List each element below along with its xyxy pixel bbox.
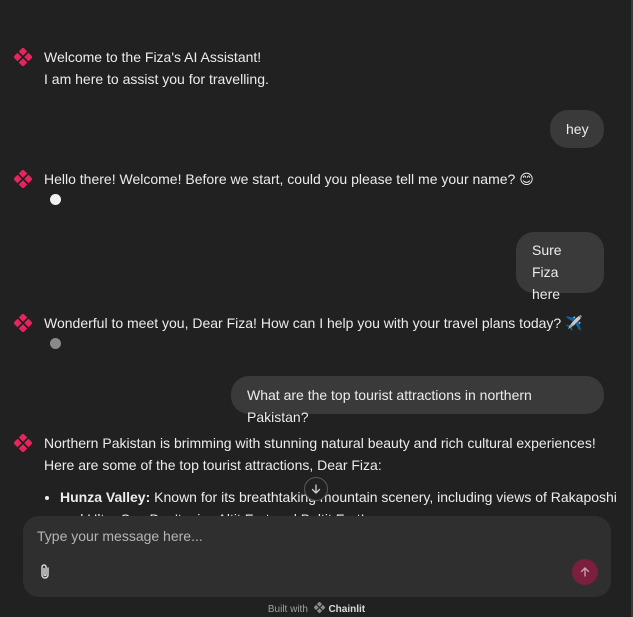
message-line: Fiza here bbox=[532, 264, 561, 302]
message-line: I am here to assist you for travelling. bbox=[44, 71, 269, 87]
send-button[interactable] bbox=[572, 559, 598, 585]
chainlit-link[interactable]: Chainlit bbox=[328, 604, 365, 615]
attraction-name: Hunza Valley: bbox=[60, 489, 151, 505]
message-composer bbox=[23, 516, 611, 597]
paperclip-icon[interactable] bbox=[37, 563, 53, 581]
message-line: Hello there! Welcome! Before we start, c… bbox=[44, 171, 534, 187]
built-with-label: Built with bbox=[267, 604, 308, 615]
arrow-up-icon bbox=[580, 567, 590, 577]
attractions-list: Hunza Valley: Known for its breathtaking… bbox=[44, 486, 630, 520]
chat-page: Welcome to the Fiza's AI Assistant! I am… bbox=[0, 0, 633, 617]
scroll-to-bottom-button[interactable] bbox=[304, 477, 328, 501]
message-line: What are the top tourist attractions in … bbox=[247, 387, 532, 425]
loading-dot bbox=[50, 194, 61, 205]
message-line: Northern Pakistan is brimming with stunn… bbox=[44, 435, 596, 451]
list-item: Hunza Valley: Known for its breathtaking… bbox=[60, 486, 630, 520]
chainlit-logo-icon bbox=[313, 601, 326, 614]
assistant-logo-icon bbox=[14, 314, 32, 332]
bot-message: Wonderful to meet you, Dear Fiza! How ca… bbox=[44, 312, 583, 334]
user-message: What are the top tourist attractions in … bbox=[231, 376, 604, 425]
bot-message: Welcome to the Fiza's AI Assistant! I am… bbox=[44, 46, 269, 90]
arrow-down-icon bbox=[311, 484, 321, 494]
message-input[interactable] bbox=[35, 524, 559, 548]
message-line: hey bbox=[566, 121, 589, 137]
message-line: Sure bbox=[532, 242, 562, 258]
messages-area: Welcome to the Fiza's AI Assistant! I am… bbox=[0, 0, 633, 520]
message-line: Welcome to the Fiza's AI Assistant! bbox=[44, 49, 262, 65]
assistant-logo-icon bbox=[14, 170, 32, 188]
message-line: Here are some of the top tourist attract… bbox=[44, 457, 382, 473]
message-line: Wonderful to meet you, Dear Fiza! How ca… bbox=[44, 315, 583, 331]
footer: Built with Chainlit bbox=[0, 601, 633, 617]
bot-message: Northern Pakistan is brimming with stunn… bbox=[44, 432, 596, 476]
bot-message: Hello there! Welcome! Before we start, c… bbox=[44, 168, 534, 190]
user-message: Sure Fiza here bbox=[516, 232, 604, 302]
assistant-logo-icon bbox=[14, 434, 32, 452]
user-message: hey bbox=[550, 110, 604, 148]
loading-dot bbox=[50, 338, 61, 349]
assistant-logo-icon bbox=[14, 48, 32, 66]
